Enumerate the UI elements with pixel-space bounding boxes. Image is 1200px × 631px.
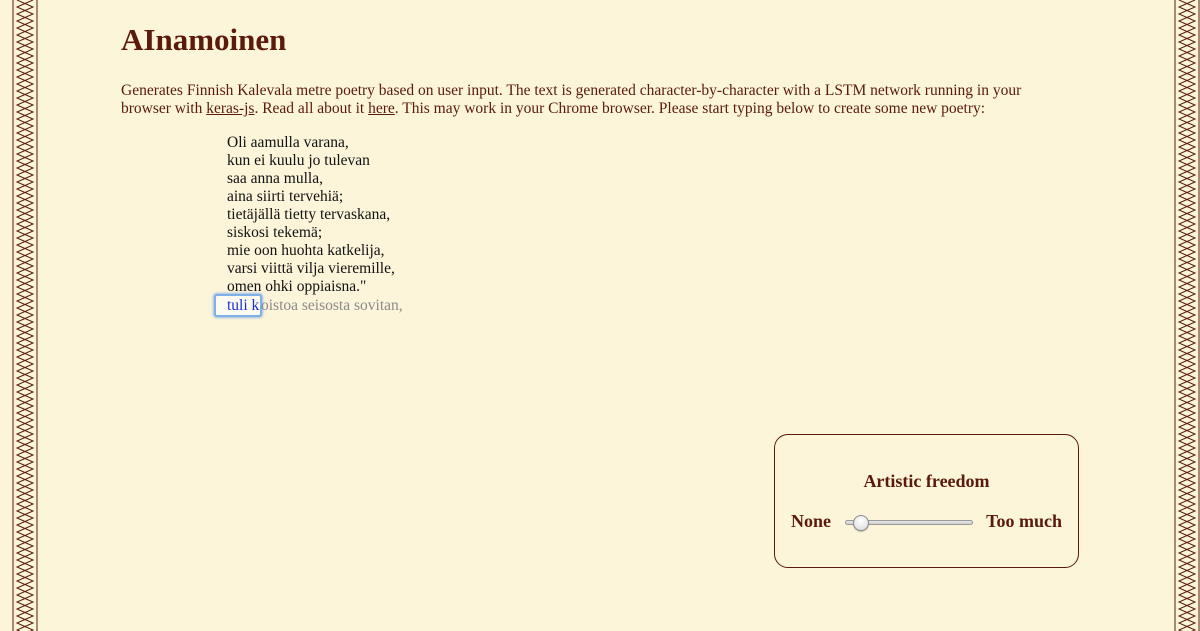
poem-line: Oli aamulla varana, [227, 134, 349, 151]
poem-line: tietäjällä tietty tervaskana, [227, 206, 391, 223]
generated-poem: Oli aamulla varana, kun ei kuulu jo tule… [227, 134, 395, 296]
artistic-freedom-title: Artistic freedom [863, 471, 990, 491]
poem-input-field[interactable]: tuli k [214, 294, 262, 317]
artistic-freedom-slider[interactable] [845, 515, 973, 531]
poem-line: kun ei kuulu jo tulevan [227, 152, 370, 169]
intro-paragraph: Generates Finnish Kalevala metre poetry … [121, 82, 1061, 118]
autocomplete-suggestion: oistoa seisosta sovitan, [261, 297, 403, 314]
poem-line: varsi viittä vilja vieremille, [227, 260, 395, 277]
slider-max-label: Too much [986, 511, 1062, 531]
slider-thumb[interactable] [852, 515, 869, 531]
poem-line: aina siirti tervehiä; [227, 188, 344, 205]
intro-text-3: . This may work in your Chrome browser. … [394, 100, 986, 117]
right-decorative-border [1162, 0, 1200, 631]
poem-line: mie oon huohta katkelija, [227, 242, 385, 259]
poem-line: siskosi tekemä; [227, 224, 323, 241]
keras-js-link[interactable]: keras-js [206, 100, 254, 117]
poem-input-row: tuli k oistoa seisosta sovitan, [214, 294, 403, 317]
here-link[interactable]: here [368, 100, 395, 117]
intro-text-2: . Read all about it [254, 100, 369, 117]
slider-min-label: None [791, 511, 831, 531]
artistic-freedom-panel: Artistic freedom None Too much [774, 434, 1079, 568]
poem-line: saa anna mulla, [227, 170, 323, 187]
left-decorative-border [0, 0, 38, 631]
page-title: AInamoinen [121, 22, 287, 57]
